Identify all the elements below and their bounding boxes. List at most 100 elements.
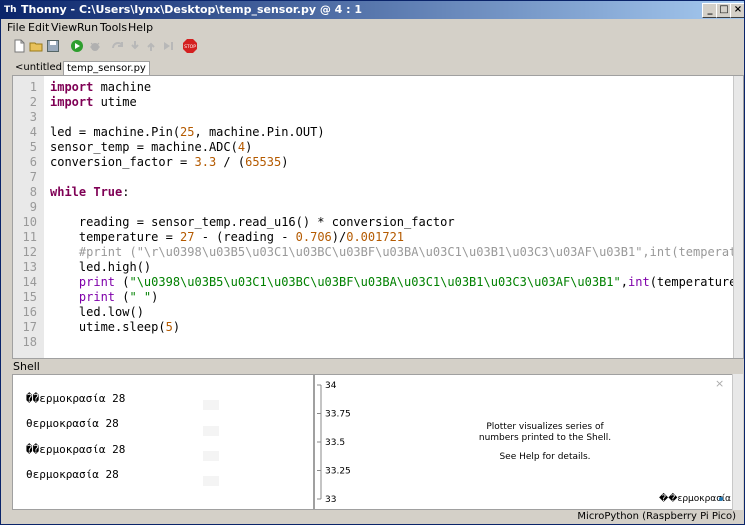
line-number: 8 <box>29 185 37 199</box>
code-line[interactable]: print ("\u0398\u03B5\u03C1\u03BC\u03BF\u… <box>50 275 744 289</box>
menu-view[interactable]: View <box>51 21 77 34</box>
shell-output-line: ��ερμοκρασία 28 <box>26 392 126 405</box>
save-icon[interactable] <box>46 39 60 53</box>
interpreter-status[interactable]: MicroPython (Raspberry Pi Pico) <box>577 511 736 522</box>
shell-output-line: ��ερμοκρασία 28 <box>26 443 126 456</box>
code-line[interactable]: #print ("\r\u0398\u03B5\u03C1\u03BC\u03B… <box>50 245 743 259</box>
shell-label: Shell <box>13 360 40 373</box>
code-token: led.high() <box>50 260 152 274</box>
code-token: import <box>50 80 94 94</box>
line-number: 3 <box>29 110 37 124</box>
code-token: , machine.Pin.OUT) <box>194 125 325 139</box>
step-over-icon[interactable] <box>111 39 125 53</box>
code-line[interactable]: led.low() <box>50 305 144 319</box>
line-number: 10 <box>22 215 37 229</box>
code-token: ) <box>281 155 289 169</box>
shell-scrollbar[interactable] <box>732 374 743 510</box>
code-token: : <box>122 185 130 199</box>
code-token: 3.3 <box>194 155 217 169</box>
shell-highlight <box>203 476 219 486</box>
code-line[interactable]: import machine <box>50 80 151 94</box>
plotter-legend-marker <box>719 497 723 501</box>
code-line[interactable]: sensor_temp = machine.ADC(4) <box>50 140 252 154</box>
code-token: 4 <box>237 140 246 154</box>
status-bar: MicroPython (Raspberry Pi Pico) <box>1 509 744 524</box>
editor-scrollbar[interactable] <box>733 76 743 358</box>
line-number: 12 <box>22 245 37 259</box>
code-token: print <box>78 275 116 289</box>
menu-bar: File Edit View Run Tools Help <box>1 19 744 35</box>
code-token: ) <box>151 290 159 304</box>
line-number: 4 <box>29 125 37 139</box>
title-bar: Th Thonny - C:\Users\lynx\Desktop\temp_s… <box>1 1 744 19</box>
code-token: (temperature)) <box>649 275 744 289</box>
toolbar: STOP <box>1 35 744 59</box>
line-number: 2 <box>29 95 37 109</box>
menu-tools[interactable]: Tools <box>100 21 127 34</box>
shell-highlight <box>203 426 219 436</box>
code-line[interactable]: reading = sensor_temp.read_u16() * conve… <box>50 215 455 229</box>
menu-run[interactable]: Run <box>77 21 98 34</box>
line-number: 15 <box>22 290 37 304</box>
thonny-app-icon: Th <box>4 5 17 15</box>
code-token: utime.sleep( <box>50 320 166 334</box>
thonny-window: Th Thonny - C:\Users\lynx\Desktop\temp_s… <box>0 0 745 525</box>
plotter-close-icon[interactable]: × <box>715 377 724 390</box>
code-token: 25 <box>180 125 195 139</box>
tab-temp-sensor[interactable]: temp_sensor.py <box>63 61 150 76</box>
menu-file[interactable]: File <box>7 21 25 34</box>
code-token: temperature = <box>50 230 181 244</box>
line-number: 11 <box>22 230 37 244</box>
stop-icon[interactable]: STOP <box>183 39 197 53</box>
plotter-message-line: Plotter visualizes series of <box>486 422 604 432</box>
code-token: sensor_temp = machine.ADC( <box>50 140 238 154</box>
line-number-gutter: 1 2 3 4 5 6 7 8 9 10 11 12 13 14 15 16 17 18 <box>13 76 44 358</box>
code-editor[interactable]: 1 2 3 4 5 6 7 8 9 10 11 12 13 14 15 16 17 18 import machi… <box>12 75 744 359</box>
window-title: Thonny - C:\Users\lynx\Desktop\temp_sens… <box>21 3 363 16</box>
line-number: 5 <box>29 140 37 154</box>
code-line[interactable]: led.high() <box>50 260 151 274</box>
line-number: 14 <box>22 275 37 289</box>
code-line[interactable]: import utime <box>50 95 137 109</box>
code-token: ) <box>172 320 181 334</box>
plotter-pane[interactable]: 34 33.75 33.5 33.25 33 × Plotter visualizes … <box>314 374 734 510</box>
code-token: True <box>93 185 123 199</box>
code-token: print <box>78 290 116 304</box>
new-file-icon[interactable] <box>12 39 26 53</box>
code-token: 65535 <box>245 155 282 169</box>
code-token: 0.001721 <box>346 230 405 244</box>
open-file-icon[interactable] <box>29 39 43 53</box>
step-into-icon[interactable] <box>128 39 142 53</box>
code-line[interactable]: print (" ") <box>50 290 159 304</box>
y-tick-label: 33.75 <box>325 410 351 420</box>
shell-highlight <box>203 451 219 461</box>
y-tick-label: 33.5 <box>325 438 345 448</box>
code-token: utime <box>93 95 137 109</box>
line-number: 7 <box>29 170 37 184</box>
run-icon[interactable] <box>70 39 84 53</box>
code-line[interactable]: conversion_factor = 3.3 / (65535) <box>50 155 288 169</box>
code-token: reading = sensor_temp.read_u16() * conve… <box>50 215 455 229</box>
y-tick-label: 33.25 <box>325 467 351 477</box>
code-token: , <box>620 275 628 289</box>
menu-help[interactable]: Help <box>128 21 153 34</box>
shell-output-line: θερμοκρασία 28 <box>26 468 119 481</box>
code-line[interactable]: utime.sleep(5) <box>50 320 180 334</box>
stop-icon-label: STOP <box>184 44 196 50</box>
line-number: 6 <box>29 155 37 169</box>
code-token: import <box>50 95 94 109</box>
line-number: 13 <box>22 260 37 274</box>
step-out-icon[interactable] <box>144 39 158 53</box>
menu-edit[interactable]: Edit <box>28 21 49 34</box>
code-line[interactable]: while True: <box>50 185 130 199</box>
shell-pane[interactable]: ��ερμοκρασία 28 θερμοκρασία 28 ��ερμοκρα… <box>12 374 314 510</box>
close-button[interactable]: × <box>730 3 744 18</box>
code-token: ) <box>245 140 253 154</box>
code-token: ( <box>115 275 130 289</box>
debug-icon[interactable] <box>88 39 102 53</box>
code-line[interactable]: led = machine.Pin(25, machine.Pin.OUT) <box>50 125 325 139</box>
code-token: machine <box>93 80 152 94</box>
resume-icon[interactable] <box>161 39 175 53</box>
code-line[interactable]: temperature = 27 - (reading - 0.706)/0.0… <box>50 230 404 244</box>
